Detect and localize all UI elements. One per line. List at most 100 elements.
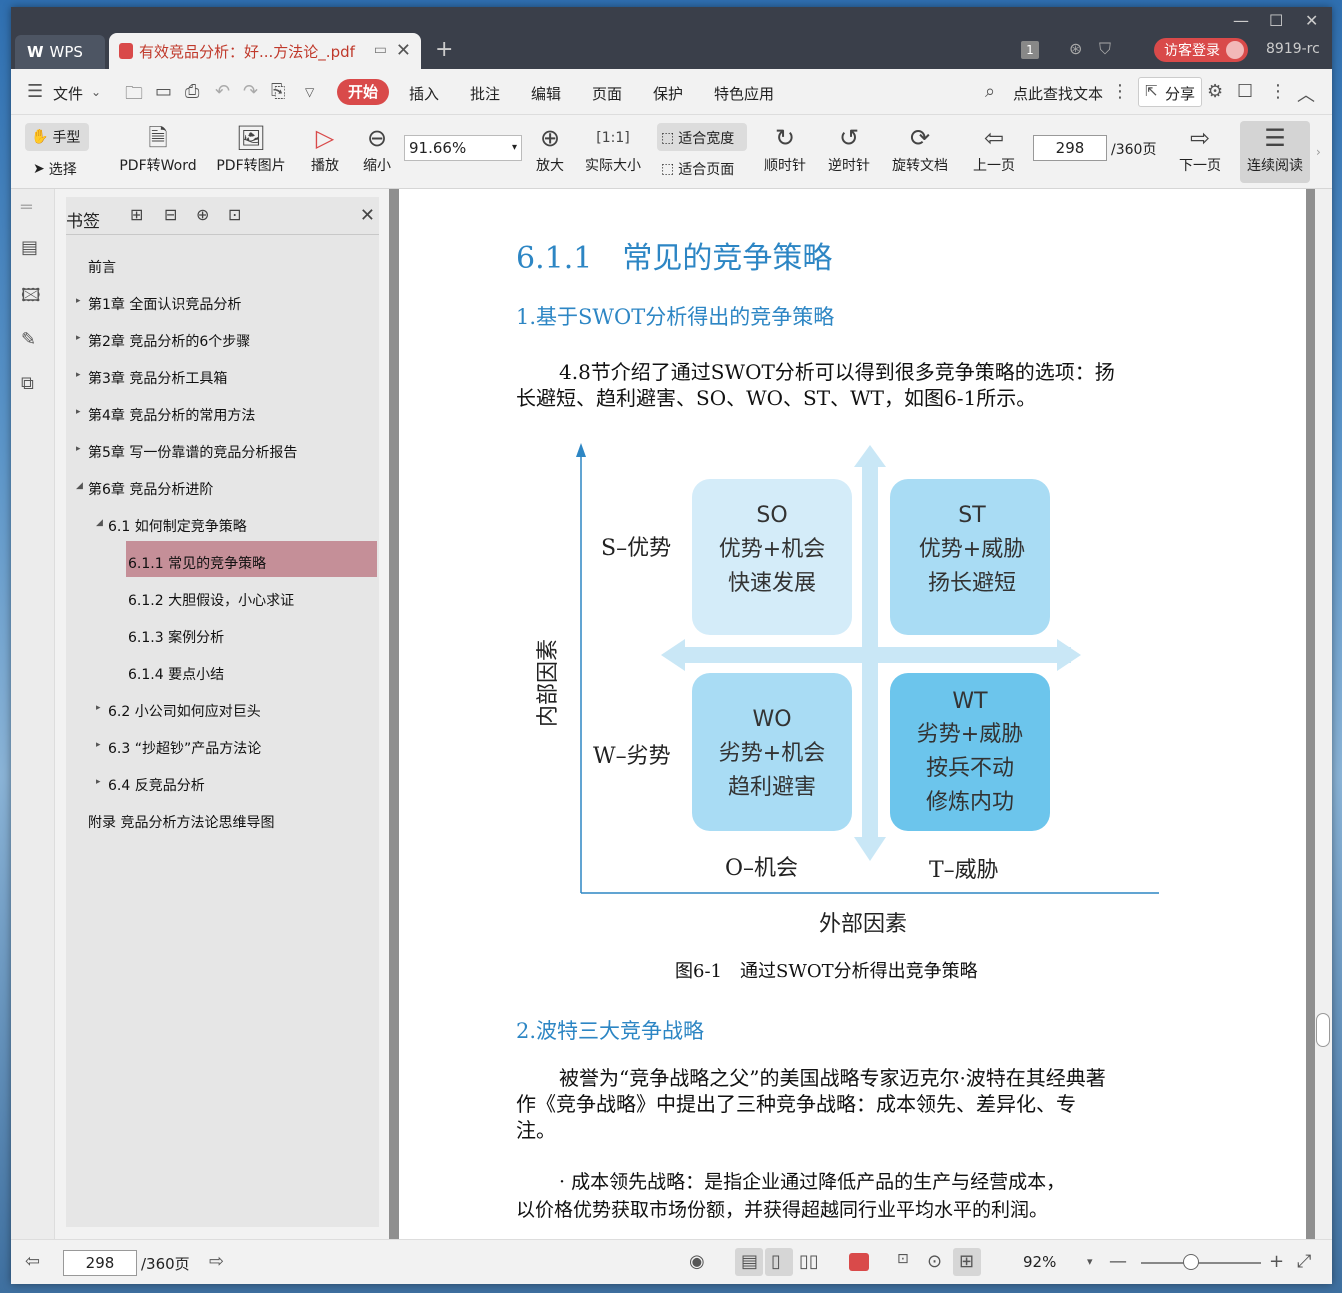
zoom-slider-track[interactable] <box>1141 1262 1261 1264</box>
tab-page[interactable]: 页面 <box>592 83 622 104</box>
redo-icon[interactable]: ↷ <box>243 81 258 102</box>
status-page-input[interactable]: 298 <box>63 1250 137 1276</box>
window-count-badge[interactable]: 1 <box>1021 41 1039 59</box>
zoom-out-icon[interactable]: — <box>1109 1251 1127 1272</box>
expand-arrow-icon[interactable]: ▸ <box>76 444 81 454</box>
drag-handle-icon[interactable]: ═ <box>21 197 32 218</box>
fit-page-button[interactable]: ⬚ 适合页面 <box>661 159 734 179</box>
minimize-icon[interactable]: — <box>1233 11 1249 30</box>
zoom-dropdown-icon[interactable]: ▾ <box>1087 1255 1093 1268</box>
rotate-counterclockwise-button[interactable]: ↺ 逆时针 <box>821 123 877 175</box>
gear-icon[interactable]: ⚙ <box>1207 81 1223 102</box>
next-page-icon[interactable]: ⇨ <box>209 1251 224 1272</box>
document-tab[interactable]: 有效竞品分析：好...方法论_.pdf ▭ ✕ <box>109 33 421 69</box>
pdf-to-image-button[interactable]: 🖼 PDF转图片 <box>211 123 291 175</box>
wps-home-tab[interactable]: W WPS <box>15 35 105 69</box>
continuous-reading-button[interactable]: ☰ 连续阅读 <box>1240 123 1310 175</box>
fit-width-button[interactable]: ⬚ 适合宽度 <box>661 128 734 148</box>
zoom-out-button[interactable]: ⊖ 缩小 <box>357 123 397 175</box>
bookmark-item[interactable]: 6.1.1 常见的竞争策略 <box>66 553 379 583</box>
thumbnail-icon[interactable]: 🖾 <box>21 283 41 313</box>
bookmark-options-icon[interactable]: ⊡ <box>228 205 241 224</box>
print-icon[interactable]: ⎙ <box>185 81 199 102</box>
chevron-down-icon[interactable]: ⌄ <box>91 85 101 99</box>
bookmark-item[interactable]: ▸ 第2章 竞品分析的6个步骤 <box>66 331 379 361</box>
annotation-icon[interactable]: ✎ <box>21 329 36 350</box>
slideshow-play-icon[interactable] <box>849 1253 869 1271</box>
bookmark-item[interactable]: ▸ 第4章 竞品分析的常用方法 <box>66 405 379 435</box>
previous-page-button[interactable]: ⇦ 上一页 <box>967 123 1021 175</box>
bookmark-item[interactable]: ▸ 第1章 全面认识竞品分析 <box>66 294 379 324</box>
vertical-scrollbar[interactable] <box>1315 189 1332 1239</box>
skin-shirt-icon[interactable]: ⛉ <box>1099 39 1111 59</box>
bookmark-item[interactable]: ◢ 6.1 如何制定竞争策略 <box>66 516 379 546</box>
play-button[interactable]: ▷ 播放 <box>303 123 347 175</box>
chat-icon[interactable]: ☐ <box>1237 81 1253 102</box>
save-icon[interactable]: ▭ <box>155 81 172 102</box>
zoom-slider-handle[interactable] <box>1183 1254 1199 1270</box>
tab-protect[interactable]: 保护 <box>653 83 683 104</box>
bookmark-item[interactable]: ▸ 6.4 反竞品分析 <box>66 775 379 805</box>
close-window-icon[interactable]: ✕ <box>1305 11 1318 30</box>
bookmark-item[interactable]: ◢ 第6章 竞品分析进阶 <box>66 479 379 509</box>
fullscreen-icon[interactable]: ⤢ <box>1297 1251 1311 1272</box>
maximize-icon[interactable]: ☐ <box>1269 11 1283 30</box>
zoom-in-button[interactable]: ⊕ 放大 <box>530 123 570 175</box>
export-icon[interactable]: ⎘ <box>271 81 285 102</box>
monitor-icon[interactable]: ▭ <box>374 42 387 58</box>
close-panel-icon[interactable]: ✕ <box>360 205 375 226</box>
expand-all-icon[interactable]: ⊞ <box>130 205 143 224</box>
collapse-all-icon[interactable]: ⊟ <box>164 205 177 224</box>
expand-arrow-icon[interactable]: ▸ <box>76 296 81 306</box>
bookmark-list-icon[interactable]: ▤ <box>21 237 38 258</box>
bookmark-item[interactable]: ▸ 6.3 “抄超钞”产品方法论 <box>66 738 379 768</box>
collapse-arrow-icon[interactable]: ◢ <box>96 518 103 528</box>
eye-protection-icon[interactable]: ◉ <box>689 1251 705 1272</box>
next-page-button[interactable]: ⇨ 下一页 <box>1173 123 1227 175</box>
collapse-arrow-icon[interactable]: ◢ <box>76 481 83 491</box>
chevron-right-icon[interactable]: › <box>1316 145 1321 159</box>
select-tool-button[interactable]: ➤ 选择 <box>33 159 77 179</box>
more-dropdown-icon[interactable]: ▽ <box>305 85 314 99</box>
add-bookmark-icon[interactable]: ⊕ <box>196 205 209 224</box>
open-folder-icon[interactable]: 🗀 <box>125 81 143 111</box>
undo-icon[interactable]: ↶ <box>215 81 230 102</box>
bookmark-item[interactable]: 附录 竞品分析方法论思维导图 <box>66 812 379 842</box>
scrollbar-thumb[interactable] <box>1316 1013 1330 1047</box>
document-viewer[interactable]: 6.1.1 常见的竞争策略 1.基于SWOT分析得出的竞争策略 4.8节介绍了通… <box>389 189 1332 1239</box>
two-page-view-icon[interactable]: ▯▯ <box>799 1251 819 1272</box>
bookmark-item[interactable]: 6.1.3 案例分析 <box>66 627 379 657</box>
rotate-clockwise-button[interactable]: ↻ 顺时针 <box>757 123 813 175</box>
fit-page-icon[interactable]: ⊙ <box>927 1251 942 1272</box>
new-tab-icon[interactable]: + <box>435 37 453 62</box>
hamburger-menu-icon[interactable]: ☰ <box>27 81 43 102</box>
hand-tool-button[interactable]: ✋ 手型 <box>31 127 80 147</box>
tab-edit[interactable]: 编辑 <box>531 83 561 104</box>
expand-arrow-icon[interactable]: ▸ <box>76 370 81 380</box>
search-icon[interactable]: ⌕ <box>985 81 995 102</box>
zoom-select[interactable]: 91.66% ▾ <box>404 135 522 161</box>
image-extract-icon[interactable]: ⧉ <box>21 373 34 394</box>
previous-page-icon[interactable]: ⇦ <box>25 1251 40 1272</box>
bookmark-item[interactable]: 6.1.4 要点小结 <box>66 664 379 694</box>
tab-comment[interactable]: 批注 <box>470 83 500 104</box>
collapse-ribbon-icon[interactable]: ︿ <box>1297 81 1315 107</box>
zoom-in-icon[interactable]: + <box>1269 1251 1284 1272</box>
guest-login-button[interactable]: 访客登录 <box>1154 38 1248 62</box>
share-button[interactable]: ⇱ 分享 <box>1138 77 1202 107</box>
menu-file[interactable]: 文件 <box>53 83 83 104</box>
pdf-to-word-button[interactable]: 🗎 PDF转Word <box>113 123 203 175</box>
expand-arrow-icon[interactable]: ▸ <box>96 740 101 750</box>
actual-size-button[interactable]: [1:1] 实际大小 <box>578 123 648 175</box>
tab-insert[interactable]: 插入 <box>409 83 439 104</box>
bookmark-item[interactable]: 6.1.2 大胆假设，小心求证 <box>66 590 379 620</box>
bookmark-item[interactable]: 前言 <box>66 257 379 287</box>
tab-special-apps[interactable]: 特色应用 <box>714 83 774 104</box>
expand-arrow-icon[interactable]: ▸ <box>76 333 81 343</box>
more-options-icon[interactable]: ⋮ <box>1269 81 1287 102</box>
actual-size-icon[interactable]: ⊡ <box>897 1251 909 1267</box>
more-vertical-icon[interactable]: ⋮ <box>1111 81 1129 102</box>
search-text-input[interactable]: 点此查找文本 <box>1013 83 1103 104</box>
expand-arrow-icon[interactable]: ▸ <box>96 703 101 713</box>
expand-arrow-icon[interactable]: ▸ <box>96 777 101 787</box>
